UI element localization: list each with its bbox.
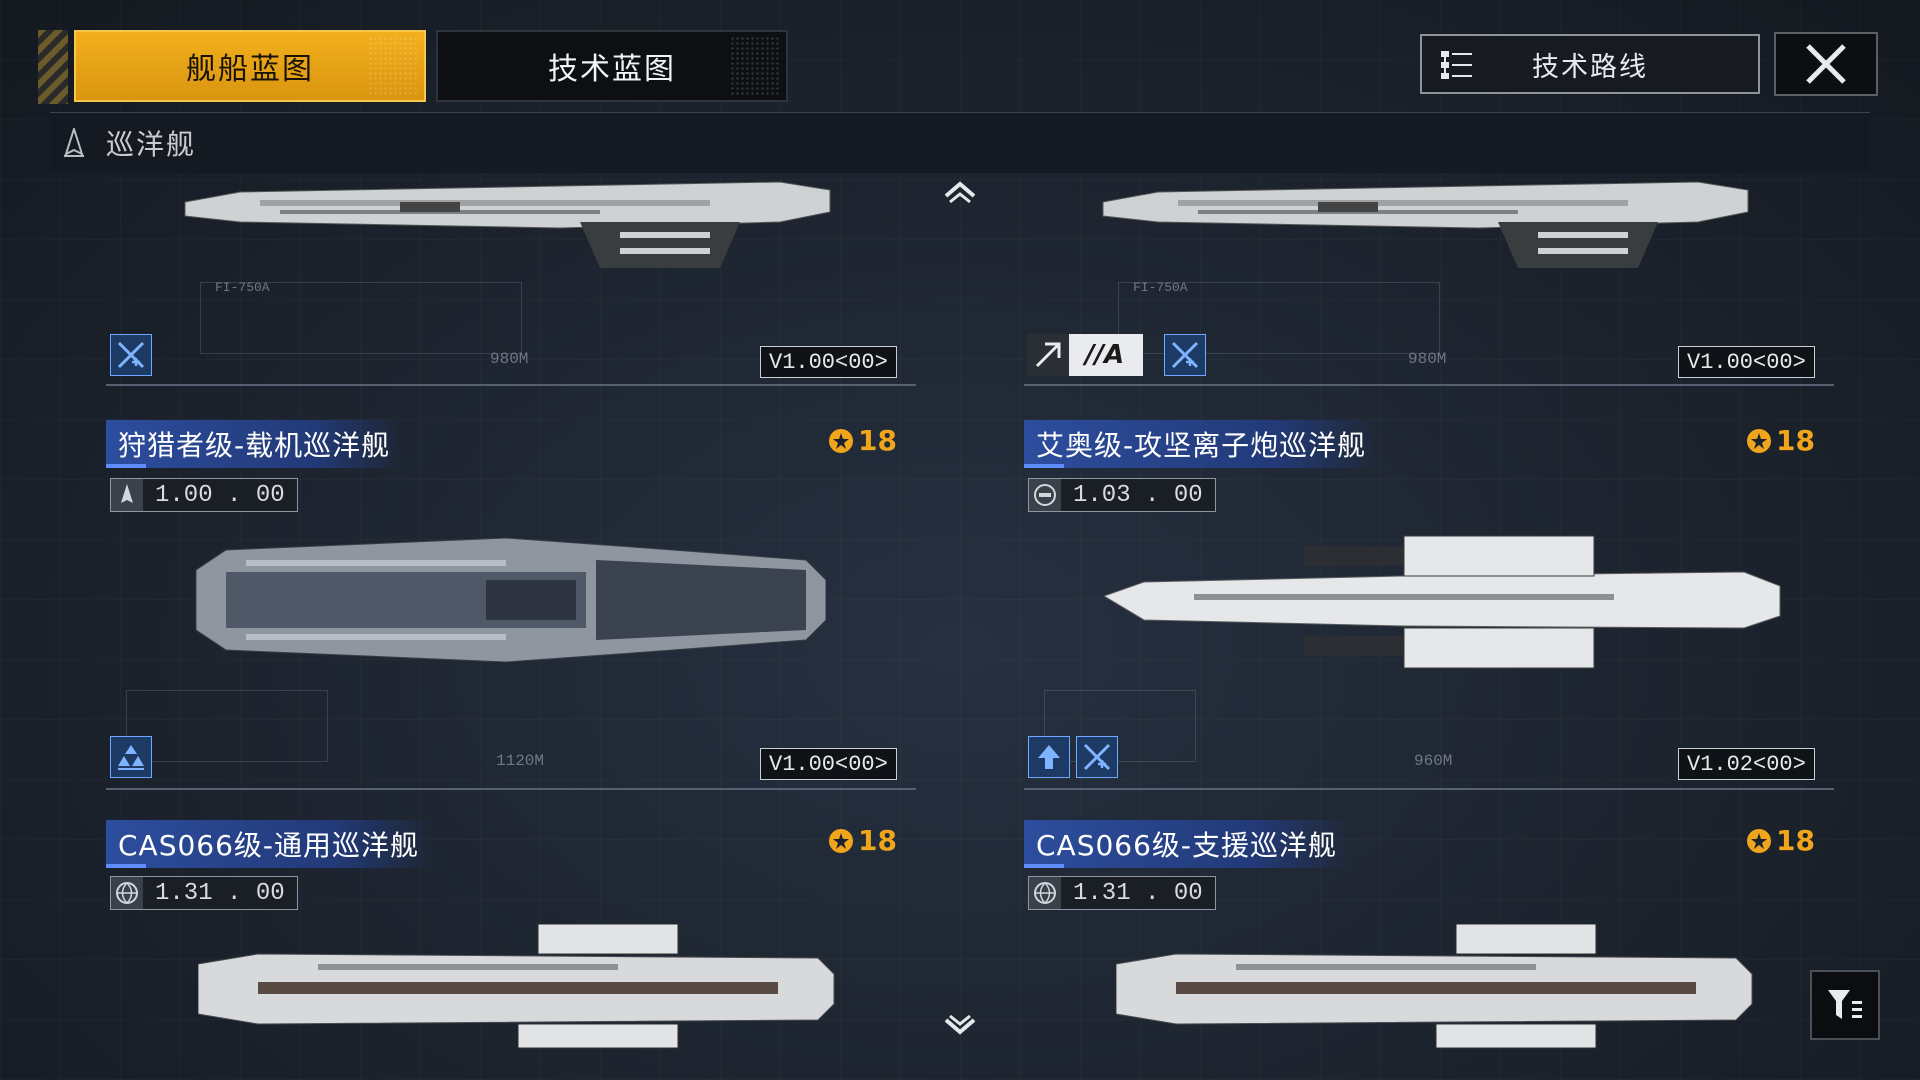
close-button[interactable] xyxy=(1774,32,1878,96)
boost-arrow-icon xyxy=(1027,334,1069,376)
decor-stripe xyxy=(38,30,68,104)
ship-image xyxy=(1102,181,1749,268)
card-divider xyxy=(106,384,916,386)
level-value: 18 xyxy=(858,824,897,857)
up-arrow-icon xyxy=(1038,745,1060,769)
ship-card-io[interactable]: 艾奥级-攻坚离子炮巡洋舰 18 1.03 . 00 960M V1.02<00> xyxy=(1024,420,1834,810)
carrier-role-badge[interactable] xyxy=(110,334,152,376)
tab-tech-blueprint[interactable]: 技术蓝图 xyxy=(436,30,788,102)
ship-length: 1120M xyxy=(496,752,545,770)
globe-icon xyxy=(1029,877,1061,909)
ship-name: 艾奥级-攻坚离子炮巡洋舰 xyxy=(1024,420,1381,468)
level-value: 18 xyxy=(1776,824,1815,857)
cruiser-class-icon xyxy=(64,128,84,157)
category-title: 巡洋舰 xyxy=(106,128,197,161)
ship-image xyxy=(184,181,831,268)
card-divider xyxy=(1024,788,1834,790)
card-divider xyxy=(106,788,916,790)
stat-value: 1.31 . 00 xyxy=(1073,879,1203,907)
stat-readout: 1.31 . 00 xyxy=(1028,876,1216,910)
launch-bay-icon xyxy=(111,479,143,511)
rank-star-icon xyxy=(829,828,853,853)
stat-value: 1.00 . 00 xyxy=(155,481,285,509)
level-indicator: 18 xyxy=(828,424,897,457)
version-tag: V1.00<00> xyxy=(1678,346,1815,378)
combat-role-badge[interactable] xyxy=(1164,334,1206,376)
globe-icon xyxy=(111,877,143,909)
filter-icon xyxy=(1828,990,1862,1019)
top-bar: 舰船蓝图 技术蓝图 技术路线 xyxy=(38,30,1880,106)
ship-length: 960M xyxy=(1414,752,1453,770)
ship-image xyxy=(198,924,835,1049)
ship-card-cas066-support[interactable]: CAS066级-支援巡洋舰 18 1.31 . 00 xyxy=(1024,820,1834,1080)
blueprint-schematic xyxy=(126,690,328,762)
level-value: 18 xyxy=(858,424,897,457)
close-icon xyxy=(1806,44,1846,84)
ship-name-text: CAS066级-通用巡洋舰 xyxy=(118,829,420,862)
level-indicator: 18 xyxy=(828,824,897,857)
ship-name-text: 艾奥级-攻坚离子炮巡洋舰 xyxy=(1036,429,1367,462)
tab-decor-dots xyxy=(730,36,780,96)
filter-button[interactable] xyxy=(1810,970,1880,1040)
ship-image xyxy=(1104,535,1781,669)
rank-star-icon xyxy=(829,428,853,453)
rank-star-icon xyxy=(1747,828,1771,853)
tech-tree-icon xyxy=(1441,51,1472,79)
crossed-swords-icon xyxy=(117,341,145,369)
stat-readout: 1.03 . 00 xyxy=(1028,478,1216,512)
level-value: 18 xyxy=(1776,424,1815,457)
ship-card-top-left[interactable]: 980M FI-750A V1.00<00> xyxy=(100,172,916,392)
ship-card-hunter[interactable]: 狩猎者级-载机巡洋舰 18 1.00 . 00 1120M V1.00<00> xyxy=(106,420,916,810)
assault-role-badge[interactable] xyxy=(1028,736,1070,778)
ship-image xyxy=(195,537,826,663)
rank-star-icon xyxy=(1747,428,1771,453)
ship-name-text: CAS066级-支援巡洋舰 xyxy=(1036,829,1338,862)
card-divider xyxy=(1024,384,1834,386)
stat-readout: 1.31 . 00 xyxy=(110,876,298,910)
tab-decor-dots xyxy=(368,36,418,96)
level-indicator: 18 xyxy=(1746,824,1815,857)
category-bar: 巡洋舰 xyxy=(50,112,1870,173)
tech-route-label: 技术路线 xyxy=(1532,51,1648,83)
stat-value: 1.31 . 00 xyxy=(155,879,285,907)
combat-role-badge[interactable] xyxy=(1076,736,1118,778)
tab-ship-blueprint-label: 舰船蓝图 xyxy=(186,52,314,87)
ship-name: CAS066级-通用巡洋舰 xyxy=(106,820,434,868)
ship-length: 980M xyxy=(1408,350,1447,368)
ion-cannon-icon xyxy=(1029,479,1061,511)
tech-route-button[interactable]: 技术路线 xyxy=(1420,34,1760,94)
crossed-swords-icon xyxy=(1171,341,1199,369)
ship-name: 狩猎者级-载机巡洋舰 xyxy=(106,420,405,468)
ship-image xyxy=(1116,924,1753,1049)
version-tag: V1.00<00> xyxy=(760,346,897,378)
version-tag: V1.00<00> xyxy=(760,748,897,780)
ship-name: CAS066级-支援巡洋舰 xyxy=(1024,820,1352,868)
fighter-group-icon xyxy=(118,745,144,770)
weapon-code: FI-750A xyxy=(215,280,270,295)
ship-card-top-right[interactable]: 980M FI-750A //A V1.00<00> xyxy=(1018,172,1834,392)
stat-readout: 1.00 . 00 xyxy=(110,478,298,512)
ship-length: 980M xyxy=(490,350,529,368)
tab-ship-blueprint[interactable]: 舰船蓝图 xyxy=(74,30,426,102)
level-indicator: 18 xyxy=(1746,424,1815,457)
scroll-down-icon[interactable] xyxy=(940,1012,980,1042)
tab-tech-blueprint-label: 技术蓝图 xyxy=(548,52,676,87)
special-tag-text: //A xyxy=(1085,340,1125,370)
scroll-up-icon[interactable] xyxy=(940,178,980,208)
carrier-role-badge[interactable] xyxy=(110,736,152,778)
version-tag: V1.02<00> xyxy=(1678,748,1815,780)
ship-name-text: 狩猎者级-载机巡洋舰 xyxy=(118,429,391,462)
crossed-swords-icon xyxy=(1083,743,1111,771)
weapon-code: FI-750A xyxy=(1133,280,1188,295)
stat-value: 1.03 . 00 xyxy=(1073,481,1203,509)
special-tag-badge[interactable]: //A xyxy=(1027,334,1143,376)
ship-card-cas066-general[interactable]: CAS066级-通用巡洋舰 18 1.31 . 00 xyxy=(106,820,916,1080)
